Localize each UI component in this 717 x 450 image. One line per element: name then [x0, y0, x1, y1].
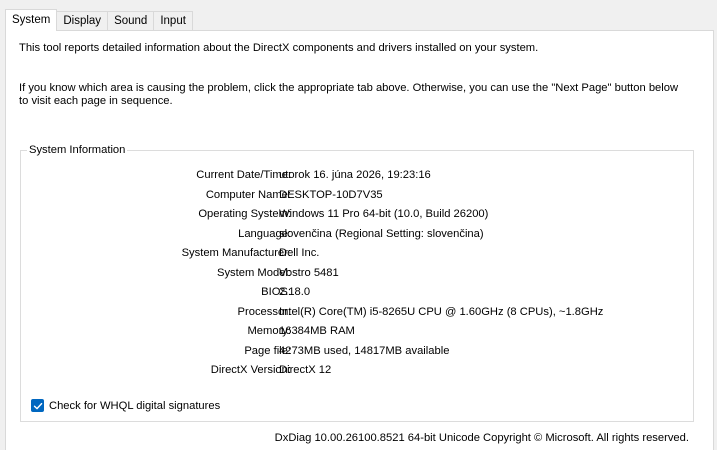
dxdiag-window: System Display Sound Input This tool rep… [0, 0, 717, 450]
tab-strip: System Display Sound Input [5, 9, 193, 31]
info-value: slovenčina (Regional Setting: slovenčina… [279, 227, 484, 240]
system-tab-panel: This tool reports detailed information a… [5, 30, 714, 450]
tab-system[interactable]: System [5, 9, 58, 31]
info-row-date-time: Current Date/Time: utorok 16. júna 2026,… [21, 169, 681, 183]
info-row-language: Language: slovenčina (Regional Setting: … [21, 228, 681, 242]
info-row-memory: Memory: 16384MB RAM [21, 325, 681, 339]
info-value: Windows 11 Pro 64-bit (10.0, Build 26200… [279, 208, 489, 220]
info-value: DESKTOP-10D7V35 [279, 188, 383, 201]
info-label: System Manufacturer: [181, 247, 291, 259]
info-row-bios: BIOS: 2.18.0 [21, 286, 681, 300]
info-value: DirectX 12 [279, 364, 332, 376]
info-value: utorok 16. júna 2026, 19:23:16 [279, 169, 431, 181]
info-row-directx-version: DirectX Version: DirectX 12 [21, 364, 681, 378]
info-value: Intel(R) Core(TM) i5-8265U CPU @ 1.60GHz… [279, 305, 604, 318]
info-row-system-manufacturer: System Manufacturer: Dell Inc. [21, 247, 681, 261]
info-row-processor: Processor: Intel(R) Core(TM) i5-8265U CP… [21, 306, 681, 320]
copyright-footer: DxDiag 10.00.26100.8521 64-bit Unicode C… [274, 432, 689, 444]
info-row-computer-name: Computer Name: DESKTOP-10D7V35 [21, 189, 681, 203]
tab-display[interactable]: Display [56, 11, 109, 31]
info-row-page-file: Page file: 4273MB used, 14817MB availabl… [21, 345, 681, 359]
info-label: Current Date/Time: [196, 169, 291, 181]
info-value: 2.18.0 [279, 286, 311, 298]
info-value: 16384MB RAM [279, 325, 355, 337]
system-information-group: System Information Current Date/Time: ut… [20, 144, 694, 422]
group-title: System Information [27, 144, 128, 156]
whql-checkbox-label[interactable]: Check for WHQL digital signatures [49, 400, 220, 412]
info-value: 4273MB used, 14817MB available [279, 344, 450, 357]
info-label: Operating System: [198, 208, 291, 220]
whql-checkbox[interactable]: Check for WHQL digital signatures [31, 399, 220, 412]
info-row-system-model: System Model: Vostro 5481 [21, 267, 681, 281]
instructions-text: If you know which area is causing the pr… [19, 82, 679, 107]
info-value: Vostro 5481 [279, 266, 339, 279]
info-row-operating-system: Operating System: Windows 11 Pro 64-bit … [21, 208, 681, 222]
checkmark-icon[interactable] [31, 399, 44, 412]
tab-input[interactable]: Input [153, 11, 193, 31]
info-value: Dell Inc. [279, 247, 320, 259]
tab-sound[interactable]: Sound [107, 11, 155, 31]
intro-text: This tool reports detailed information a… [19, 42, 539, 54]
